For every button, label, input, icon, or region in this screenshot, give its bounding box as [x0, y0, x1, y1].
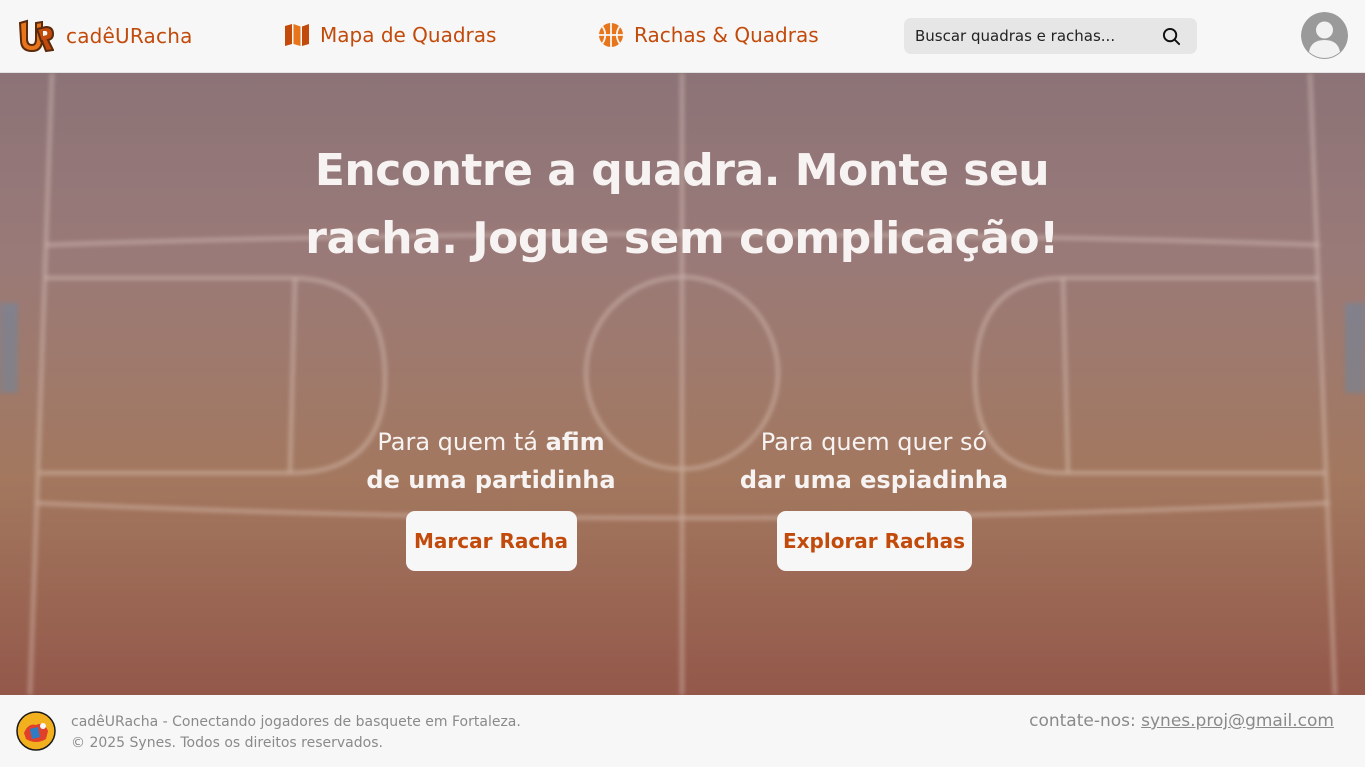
footer-logo-icon [16, 711, 56, 751]
search-input[interactable] [904, 18, 1144, 54]
hero-title: Encontre a quadra. Monte seu racha. Jogu… [305, 145, 1059, 264]
marcar-racha-button[interactable]: Marcar Racha [405, 511, 577, 571]
footer-copyright: © 2025 Synes. Todos os direitos reservad… [71, 735, 383, 751]
map-icon [285, 24, 309, 46]
contact-email-link[interactable]: synes.proj@gmail.com [1141, 711, 1334, 731]
explorar-rachas-button[interactable]: Explorar Rachas [776, 511, 972, 571]
cta-right-line1: Para quem quer só [760, 428, 988, 456]
user-avatar[interactable] [1301, 12, 1348, 59]
nav-rachas-e-quadras[interactable]: Rachas & Quadras [598, 22, 819, 48]
cta-marcar-racha-block: Para quem tá afim de uma partidinha Marc… [341, 423, 641, 571]
contact-label: contate-nos: [1029, 711, 1142, 731]
brand-name: cadêURacha [66, 24, 193, 48]
search-icon[interactable] [1162, 27, 1181, 46]
hero-section: Encontre a quadra. Monte seu racha. Jogu… [0, 73, 1365, 695]
cta-left-line1-bold: afim [545, 428, 605, 456]
footer: cadêURacha - Conectando jogadores de bas… [0, 695, 1365, 767]
cta-left-line1: Para quem tá afim [341, 423, 641, 461]
cta-right-line2: dar uma espiadinha [739, 466, 1009, 494]
cta-left-line2: de uma partidinha [366, 466, 616, 494]
user-avatar-icon [1301, 12, 1348, 59]
footer-tagline: cadêURacha - Conectando jogadores de bas… [71, 714, 521, 730]
top-navbar: cadêURacha Mapa de Quadras Rachas & Quad… [0, 0, 1365, 73]
footer-text: cadêURacha - Conectando jogadores de bas… [71, 712, 521, 754]
brand-logo-icon [18, 19, 54, 53]
nav-label: Rachas & Quadras [634, 23, 819, 47]
nav-mapa-de-quadras[interactable]: Mapa de Quadras [284, 22, 496, 48]
nav-label: Mapa de Quadras [320, 23, 497, 47]
cta-explorar-rachas-block: Para quem quer só dar uma espiadinha Exp… [724, 423, 1024, 571]
footer-contact: contate-nos: synes.proj@gmail.com [1029, 711, 1334, 731]
cta-left-line1-text: Para quem tá [377, 428, 546, 456]
search-bar [904, 18, 1197, 54]
brand-home-link[interactable]: cadêURacha [18, 19, 193, 53]
basketball-icon [599, 23, 623, 47]
